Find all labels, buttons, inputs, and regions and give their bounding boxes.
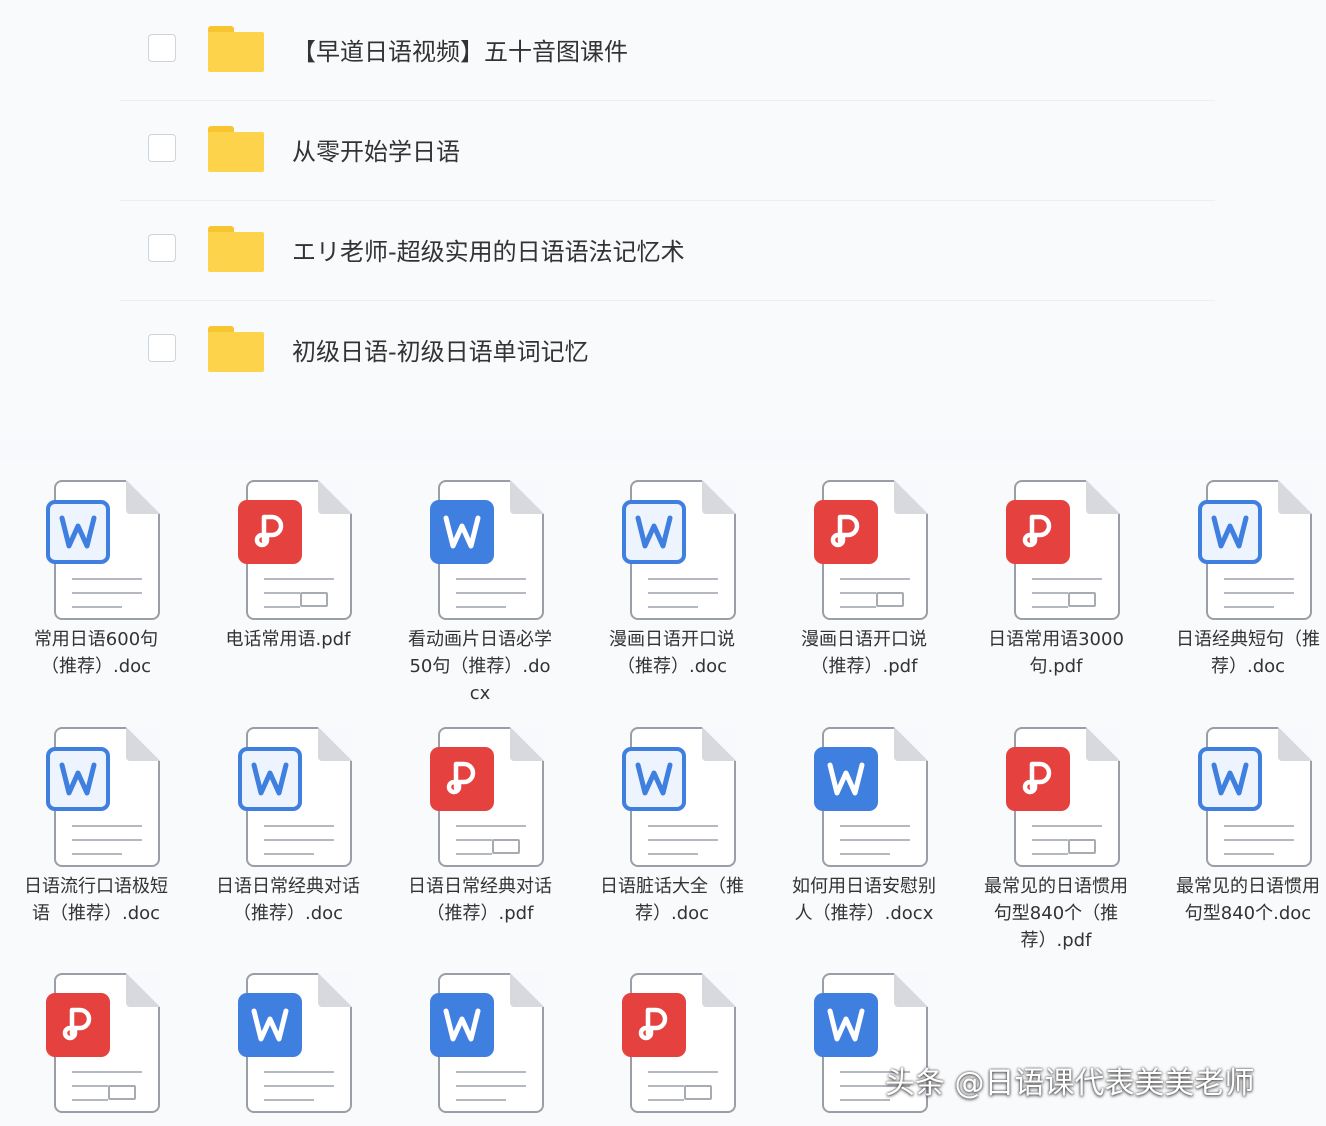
- file-name[interactable]: 日语脏话大全（推荐）.doc: [597, 873, 747, 927]
- folder-row[interactable]: 从零开始学日语: [120, 100, 1215, 201]
- word-icon: [238, 747, 302, 811]
- pdf-icon: [814, 500, 878, 564]
- file-name[interactable]: 日语经典短句（推荐）.doc: [1173, 626, 1323, 680]
- pdf-icon: [1006, 500, 1070, 564]
- word-icon: [622, 500, 686, 564]
- checkbox[interactable]: [148, 34, 176, 62]
- folder-name[interactable]: 从零开始学日语: [292, 132, 460, 167]
- pdf-icon: [430, 747, 494, 811]
- word-icon: [46, 500, 110, 564]
- checkbox[interactable]: [148, 134, 176, 162]
- file-name[interactable]: 日语日常经典对话（推荐）.doc: [213, 873, 363, 927]
- word-icon: [814, 747, 878, 811]
- file-name[interactable]: 最常见的日语惯用句型840个（推荐）.pdf: [981, 873, 1131, 954]
- word-icon: [622, 747, 686, 811]
- folder-name[interactable]: エリ老师-超级实用的日语语法记忆术: [292, 232, 685, 267]
- file-name[interactable]: 电话常用语.pdf: [213, 626, 363, 653]
- pdf-icon: [1006, 747, 1070, 811]
- folder-row[interactable]: 【早道日语视频】五十音图课件: [120, 0, 1215, 101]
- file-name[interactable]: 日语常用语3000句.pdf: [981, 626, 1131, 680]
- folder-icon: [208, 326, 264, 372]
- pdf-icon: [622, 993, 686, 1057]
- folder-icon: [208, 226, 264, 272]
- folder-name[interactable]: 【早道日语视频】五十音图课件: [292, 32, 628, 67]
- file-name[interactable]: 日语流行口语极短语（推荐）.doc: [21, 873, 171, 927]
- folder-name[interactable]: 初级日语-初级日语单词记忆: [292, 332, 589, 367]
- pdf-icon: [238, 500, 302, 564]
- word-icon: [46, 747, 110, 811]
- file-name[interactable]: 漫画日语开口说（推荐）.doc: [597, 626, 747, 680]
- word-icon: [238, 993, 302, 1057]
- word-icon: [430, 500, 494, 564]
- file-grid: 常用日语600句（推荐）.doc 电话常用语.pdf 看动画片日语必学50句（推荐）…: [0, 460, 1326, 1126]
- folder-row[interactable]: エリ老师-超级实用的日语语法记忆术: [120, 200, 1215, 301]
- word-icon: [814, 993, 878, 1057]
- pdf-icon: [46, 993, 110, 1057]
- file-name[interactable]: 最常见的日语惯用句型840个.doc: [1173, 873, 1323, 927]
- file-name[interactable]: 日语日常经典对话（推荐）.pdf: [405, 873, 555, 927]
- watermark: 头条 @日语课代表美美老师: [885, 1058, 1255, 1102]
- file-name[interactable]: 看动画片日语必学50句（推荐）.docx: [405, 626, 555, 707]
- file-name[interactable]: 常用日语600句（推荐）.doc: [21, 626, 171, 680]
- checkbox[interactable]: [148, 334, 176, 362]
- file-name[interactable]: 漫画日语开口说（推荐）.pdf: [789, 626, 939, 680]
- checkbox[interactable]: [148, 234, 176, 262]
- folder-icon: [208, 126, 264, 172]
- word-icon: [1198, 500, 1262, 564]
- folder-row[interactable]: 初级日语-初级日语单词记忆: [120, 300, 1215, 400]
- folder-list: 【早道日语视频】五十音图课件 从零开始学日语 エリ老师-超级实用的日语语法记忆术…: [0, 0, 1326, 440]
- file-name[interactable]: 如何用日语安慰别人（推荐）.docx: [789, 873, 939, 927]
- folder-icon: [208, 26, 264, 72]
- word-icon: [1198, 747, 1262, 811]
- word-icon: [430, 993, 494, 1057]
